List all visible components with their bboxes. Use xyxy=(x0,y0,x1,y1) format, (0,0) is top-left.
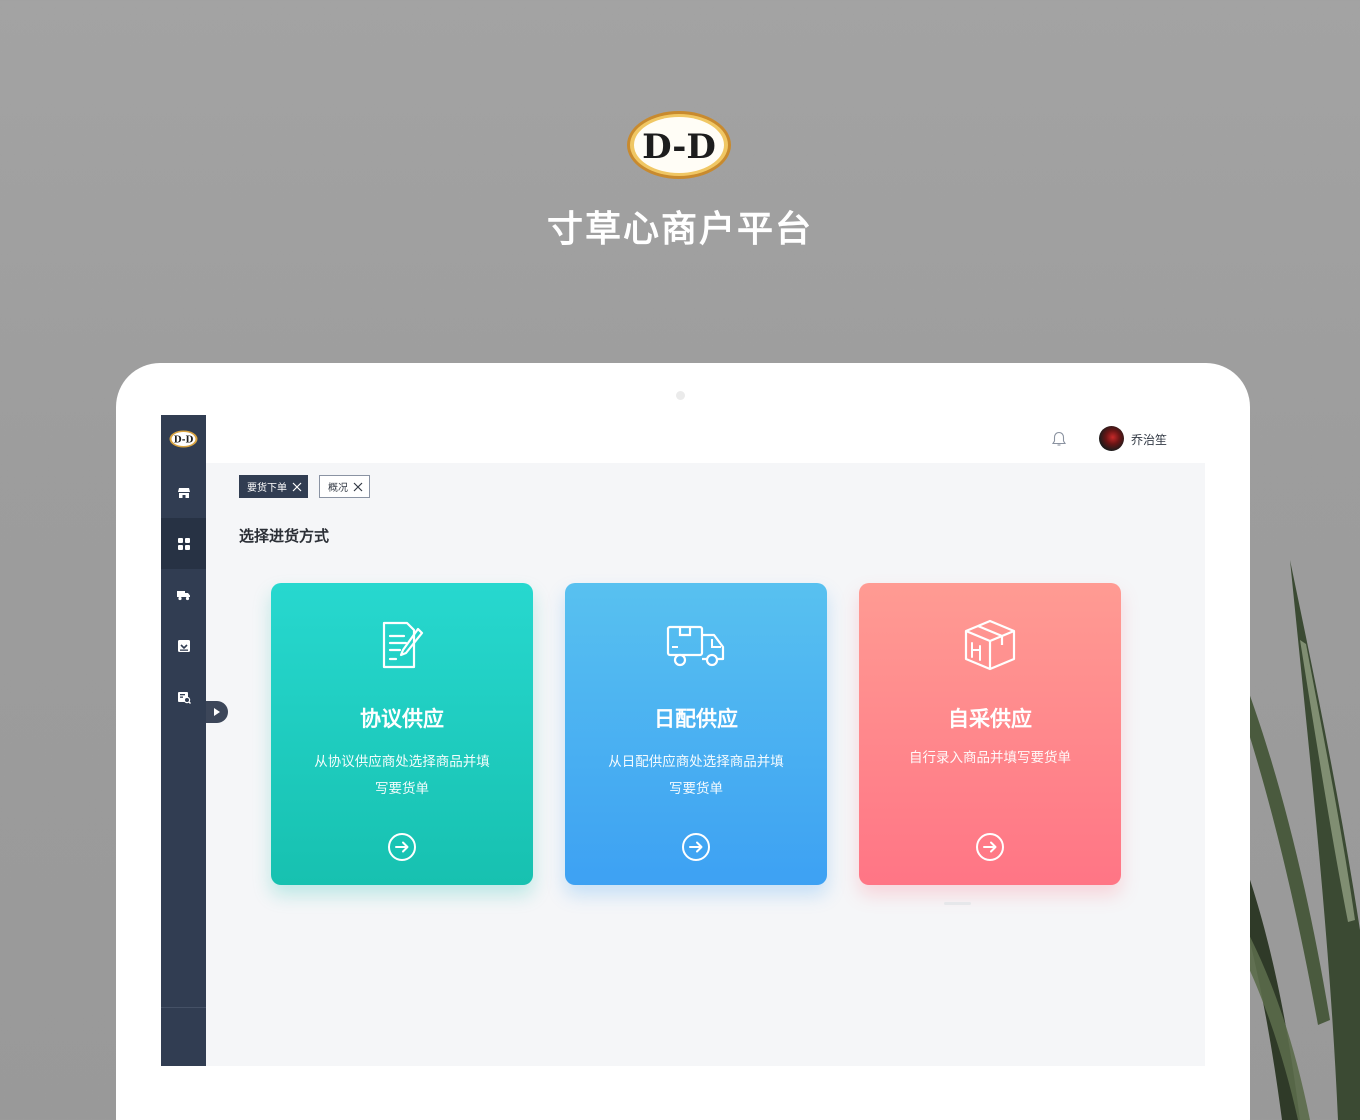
page-title: 选择进货方式 xyxy=(239,527,330,545)
inbox-icon xyxy=(177,639,190,652)
delivery-truck-icon xyxy=(666,625,725,667)
avatar[interactable] xyxy=(1099,426,1124,451)
platform-title: 寸草心商户平台 xyxy=(546,209,813,250)
card-description: 自行录入商品并填写要货单 xyxy=(909,750,1071,766)
sidebar-logo-text: D-D xyxy=(174,436,194,446)
sidebar: D-D xyxy=(161,415,206,1066)
sidebar-item-delivery[interactable] xyxy=(161,569,206,620)
bell-icon[interactable] xyxy=(1050,430,1068,448)
user-name[interactable]: 乔治笙 xyxy=(1131,431,1167,448)
agreement-supply-card[interactable]: 协议供应 从协议供应商处选择商品并填写要货单 xyxy=(271,583,533,885)
sidebar-divider xyxy=(161,1007,206,1008)
card-title: 协议供应 xyxy=(360,707,444,731)
card-description: 从日配供应商处选择商品并填写要货单 xyxy=(608,754,784,797)
daily-supply-card[interactable]: 日配供应 从日配供应商处选择商品并填写要货单 xyxy=(565,583,827,885)
report-icon xyxy=(177,691,191,704)
tab-order[interactable]: 要货下单 xyxy=(239,475,308,498)
scroll-handle xyxy=(944,902,971,905)
self-purchase-card[interactable]: 自采供应 自行录入商品并填写要货单 xyxy=(859,583,1121,885)
grid-icon xyxy=(177,537,190,550)
sidebar-item-store[interactable] xyxy=(161,467,206,518)
card-title: 自采供应 xyxy=(948,707,1032,731)
store-icon xyxy=(177,487,190,498)
play-icon xyxy=(214,708,220,716)
tab-label: 概况 xyxy=(328,483,348,494)
close-icon[interactable] xyxy=(292,482,302,492)
sidebar-toggle-button[interactable] xyxy=(206,701,228,723)
card-description: 从协议供应商处选择商品并填写要货单 xyxy=(314,754,490,797)
brand-logo: D-D xyxy=(627,111,731,179)
arrow-right-circle-icon[interactable] xyxy=(975,832,1005,862)
card-title: 日配供应 xyxy=(654,707,738,731)
sidebar-logo[interactable]: D-D xyxy=(169,430,198,448)
package-box-icon xyxy=(964,619,1016,671)
top-bar: 乔治笙 xyxy=(206,415,1205,463)
truck-icon xyxy=(176,590,190,600)
close-icon[interactable] xyxy=(353,482,363,492)
sidebar-item-report[interactable] xyxy=(161,671,206,722)
tab-label: 要货下单 xyxy=(247,483,287,494)
sidebar-item-dashboard[interactable] xyxy=(161,518,206,569)
tablet-camera xyxy=(676,391,685,400)
app-screen: D-D 乔治笙 要货下单 概况 选择进货方式 协议供应 从协议供应商处选择商品并… xyxy=(161,415,1205,1066)
arrow-right-circle-icon[interactable] xyxy=(387,832,417,862)
sidebar-item-inbox[interactable] xyxy=(161,620,206,671)
arrow-right-circle-icon[interactable] xyxy=(681,832,711,862)
tab-overview[interactable]: 概况 xyxy=(319,475,370,498)
brand-logo-text: D-D xyxy=(642,127,716,167)
document-edit-icon xyxy=(382,621,424,669)
